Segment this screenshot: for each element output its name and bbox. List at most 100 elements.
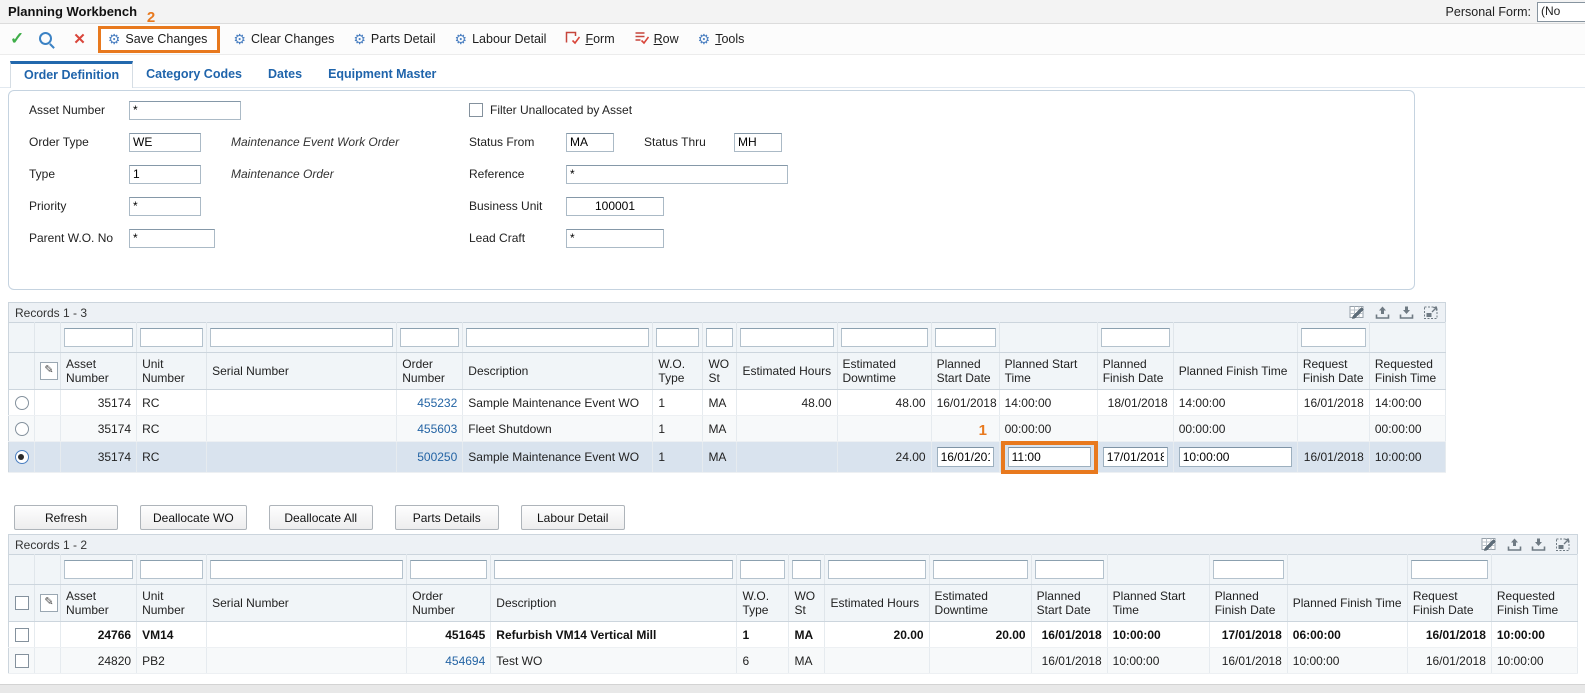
- column-filter-input[interactable]: [828, 560, 925, 579]
- column-filter-input[interactable]: [140, 560, 203, 579]
- column-header[interactable]: Estimated Downtime: [837, 353, 931, 390]
- column-header[interactable]: W.O. Type: [653, 353, 703, 390]
- column-filter-input[interactable]: [400, 328, 459, 347]
- planned-start-date-input[interactable]: [937, 447, 994, 467]
- business-unit-field[interactable]: [566, 197, 664, 216]
- lead-craft-field[interactable]: [566, 229, 664, 248]
- labour-detail-button[interactable]: ⚙ Labour Detail: [455, 32, 547, 46]
- column-filter-input[interactable]: [1411, 560, 1488, 579]
- column-header[interactable]: Description: [463, 353, 653, 390]
- column-header[interactable]: Order Number: [407, 585, 491, 622]
- column-header[interactable]: Estimated Downtime: [929, 585, 1031, 622]
- column-header[interactable]: Description: [491, 585, 737, 622]
- column-header[interactable]: Planned Start Time: [1107, 585, 1209, 622]
- tools-menu-button[interactable]: ⚙ Tools: [698, 32, 745, 46]
- row-select-radio[interactable]: [15, 396, 29, 410]
- tab-category-codes[interactable]: Category Codes: [133, 61, 255, 87]
- planned-start-time-input[interactable]: [1008, 447, 1091, 467]
- deallocate-wo-button[interactable]: Deallocate WO: [140, 505, 247, 530]
- expand-grid-icon[interactable]: [1555, 537, 1571, 552]
- column-header[interactable]: Request Finish Date: [1297, 353, 1369, 390]
- column-filter-input[interactable]: [1301, 328, 1366, 347]
- column-filter-input[interactable]: [410, 560, 487, 579]
- column-header[interactable]: Estimated Hours: [737, 353, 837, 390]
- personal-form-select[interactable]: (No: [1537, 2, 1585, 22]
- customize-grid-icon[interactable]: [1481, 537, 1498, 552]
- column-header[interactable]: Serial Number: [207, 353, 397, 390]
- tab-order-definition[interactable]: Order Definition: [10, 61, 133, 88]
- select-all-checkbox[interactable]: [15, 596, 29, 610]
- column-filter-input[interactable]: [1213, 560, 1284, 579]
- column-header[interactable]: Estimated Hours: [825, 585, 929, 622]
- column-filter-input[interactable]: [740, 560, 785, 579]
- refresh-button[interactable]: Refresh: [14, 505, 118, 530]
- parts-detail-button[interactable]: ⚙ Parts Detail: [353, 32, 435, 46]
- tab-equipment-master[interactable]: Equipment Master: [315, 61, 449, 87]
- column-header[interactable]: Planned Finish Time: [1287, 585, 1407, 622]
- order-number-link[interactable]: 454694: [445, 654, 485, 668]
- column-filter-input[interactable]: [933, 560, 1028, 579]
- column-header[interactable]: WO St: [789, 585, 825, 622]
- deallocate-all-button[interactable]: Deallocate All: [269, 505, 373, 530]
- column-filter-input[interactable]: [64, 560, 133, 579]
- column-header[interactable]: Requested Finish Time: [1491, 585, 1577, 622]
- column-header[interactable]: Asset Number: [61, 585, 137, 622]
- column-header[interactable]: Planned Finish Date: [1209, 585, 1287, 622]
- planned-finish-time-input[interactable]: [1179, 447, 1292, 467]
- filter-unallocated-checkbox[interactable]: [469, 103, 483, 117]
- import-icon[interactable]: [1399, 305, 1414, 320]
- order-number-link[interactable]: 500250: [417, 450, 457, 464]
- column-filter-input[interactable]: [1035, 560, 1104, 579]
- column-filter-input[interactable]: [841, 328, 928, 347]
- column-header[interactable]: Requested Finish Time: [1369, 353, 1445, 390]
- planned-finish-date-input[interactable]: [1103, 447, 1168, 467]
- priority-field[interactable]: [129, 197, 201, 216]
- column-filter-input[interactable]: [210, 328, 393, 347]
- order-number-link[interactable]: 455232: [417, 396, 457, 410]
- labour-detail-button-2[interactable]: Labour Detail: [521, 505, 625, 530]
- column-header[interactable]: Unit Number: [137, 353, 207, 390]
- column-filter-input[interactable]: [64, 328, 133, 347]
- search-icon[interactable]: [39, 31, 55, 47]
- column-filter-input[interactable]: [656, 328, 699, 347]
- column-header[interactable]: Order Number: [397, 353, 463, 390]
- status-thru-field[interactable]: [734, 133, 782, 152]
- reference-field[interactable]: [566, 165, 788, 184]
- column-filter-input[interactable]: [140, 328, 203, 347]
- row-menu-button[interactable]: Row: [634, 30, 679, 48]
- column-header[interactable]: Serial Number: [207, 585, 407, 622]
- ok-check-icon[interactable]: ✓: [10, 29, 24, 49]
- column-header[interactable]: Planned Start Date: [1031, 585, 1107, 622]
- clear-changes-button[interactable]: ⚙ Clear Changes: [233, 32, 334, 46]
- column-header[interactable]: Planned Start Time: [999, 353, 1097, 390]
- parts-details-button[interactable]: Parts Details: [395, 505, 499, 530]
- form-menu-button[interactable]: Form: [565, 30, 614, 48]
- column-header[interactable]: Unit Number: [137, 585, 207, 622]
- row-select-radio[interactable]: [15, 422, 29, 436]
- column-filter-input[interactable]: [935, 328, 996, 347]
- column-filter-input[interactable]: [792, 560, 821, 579]
- type-field[interactable]: [129, 165, 201, 184]
- asset-number-field[interactable]: [129, 101, 241, 120]
- column-filter-input[interactable]: [706, 328, 733, 347]
- status-from-field[interactable]: [566, 133, 614, 152]
- expand-grid-icon[interactable]: [1423, 305, 1439, 320]
- column-header[interactable]: W.O. Type: [737, 585, 789, 622]
- row-select-checkbox[interactable]: [15, 654, 29, 668]
- column-header[interactable]: WO St: [703, 353, 737, 390]
- column-filter-input[interactable]: [210, 560, 403, 579]
- save-changes-button[interactable]: 2 ⚙ Save Changes: [98, 26, 221, 53]
- export-icon[interactable]: [1375, 305, 1390, 320]
- row-select-checkbox[interactable]: [15, 628, 29, 642]
- order-number-link[interactable]: 455603: [417, 422, 457, 436]
- tab-dates[interactable]: Dates: [255, 61, 315, 87]
- order-type-field[interactable]: [129, 133, 201, 152]
- column-filter-input[interactable]: [494, 560, 733, 579]
- parent-wo-field[interactable]: [129, 229, 215, 248]
- column-filter-input[interactable]: [1101, 328, 1170, 347]
- export-icon[interactable]: [1507, 537, 1522, 552]
- column-header[interactable]: Request Finish Date: [1407, 585, 1491, 622]
- row-select-radio[interactable]: [15, 450, 29, 464]
- column-header[interactable]: Planned Start Date: [931, 353, 999, 390]
- column-header[interactable]: Planned Finish Date: [1097, 353, 1173, 390]
